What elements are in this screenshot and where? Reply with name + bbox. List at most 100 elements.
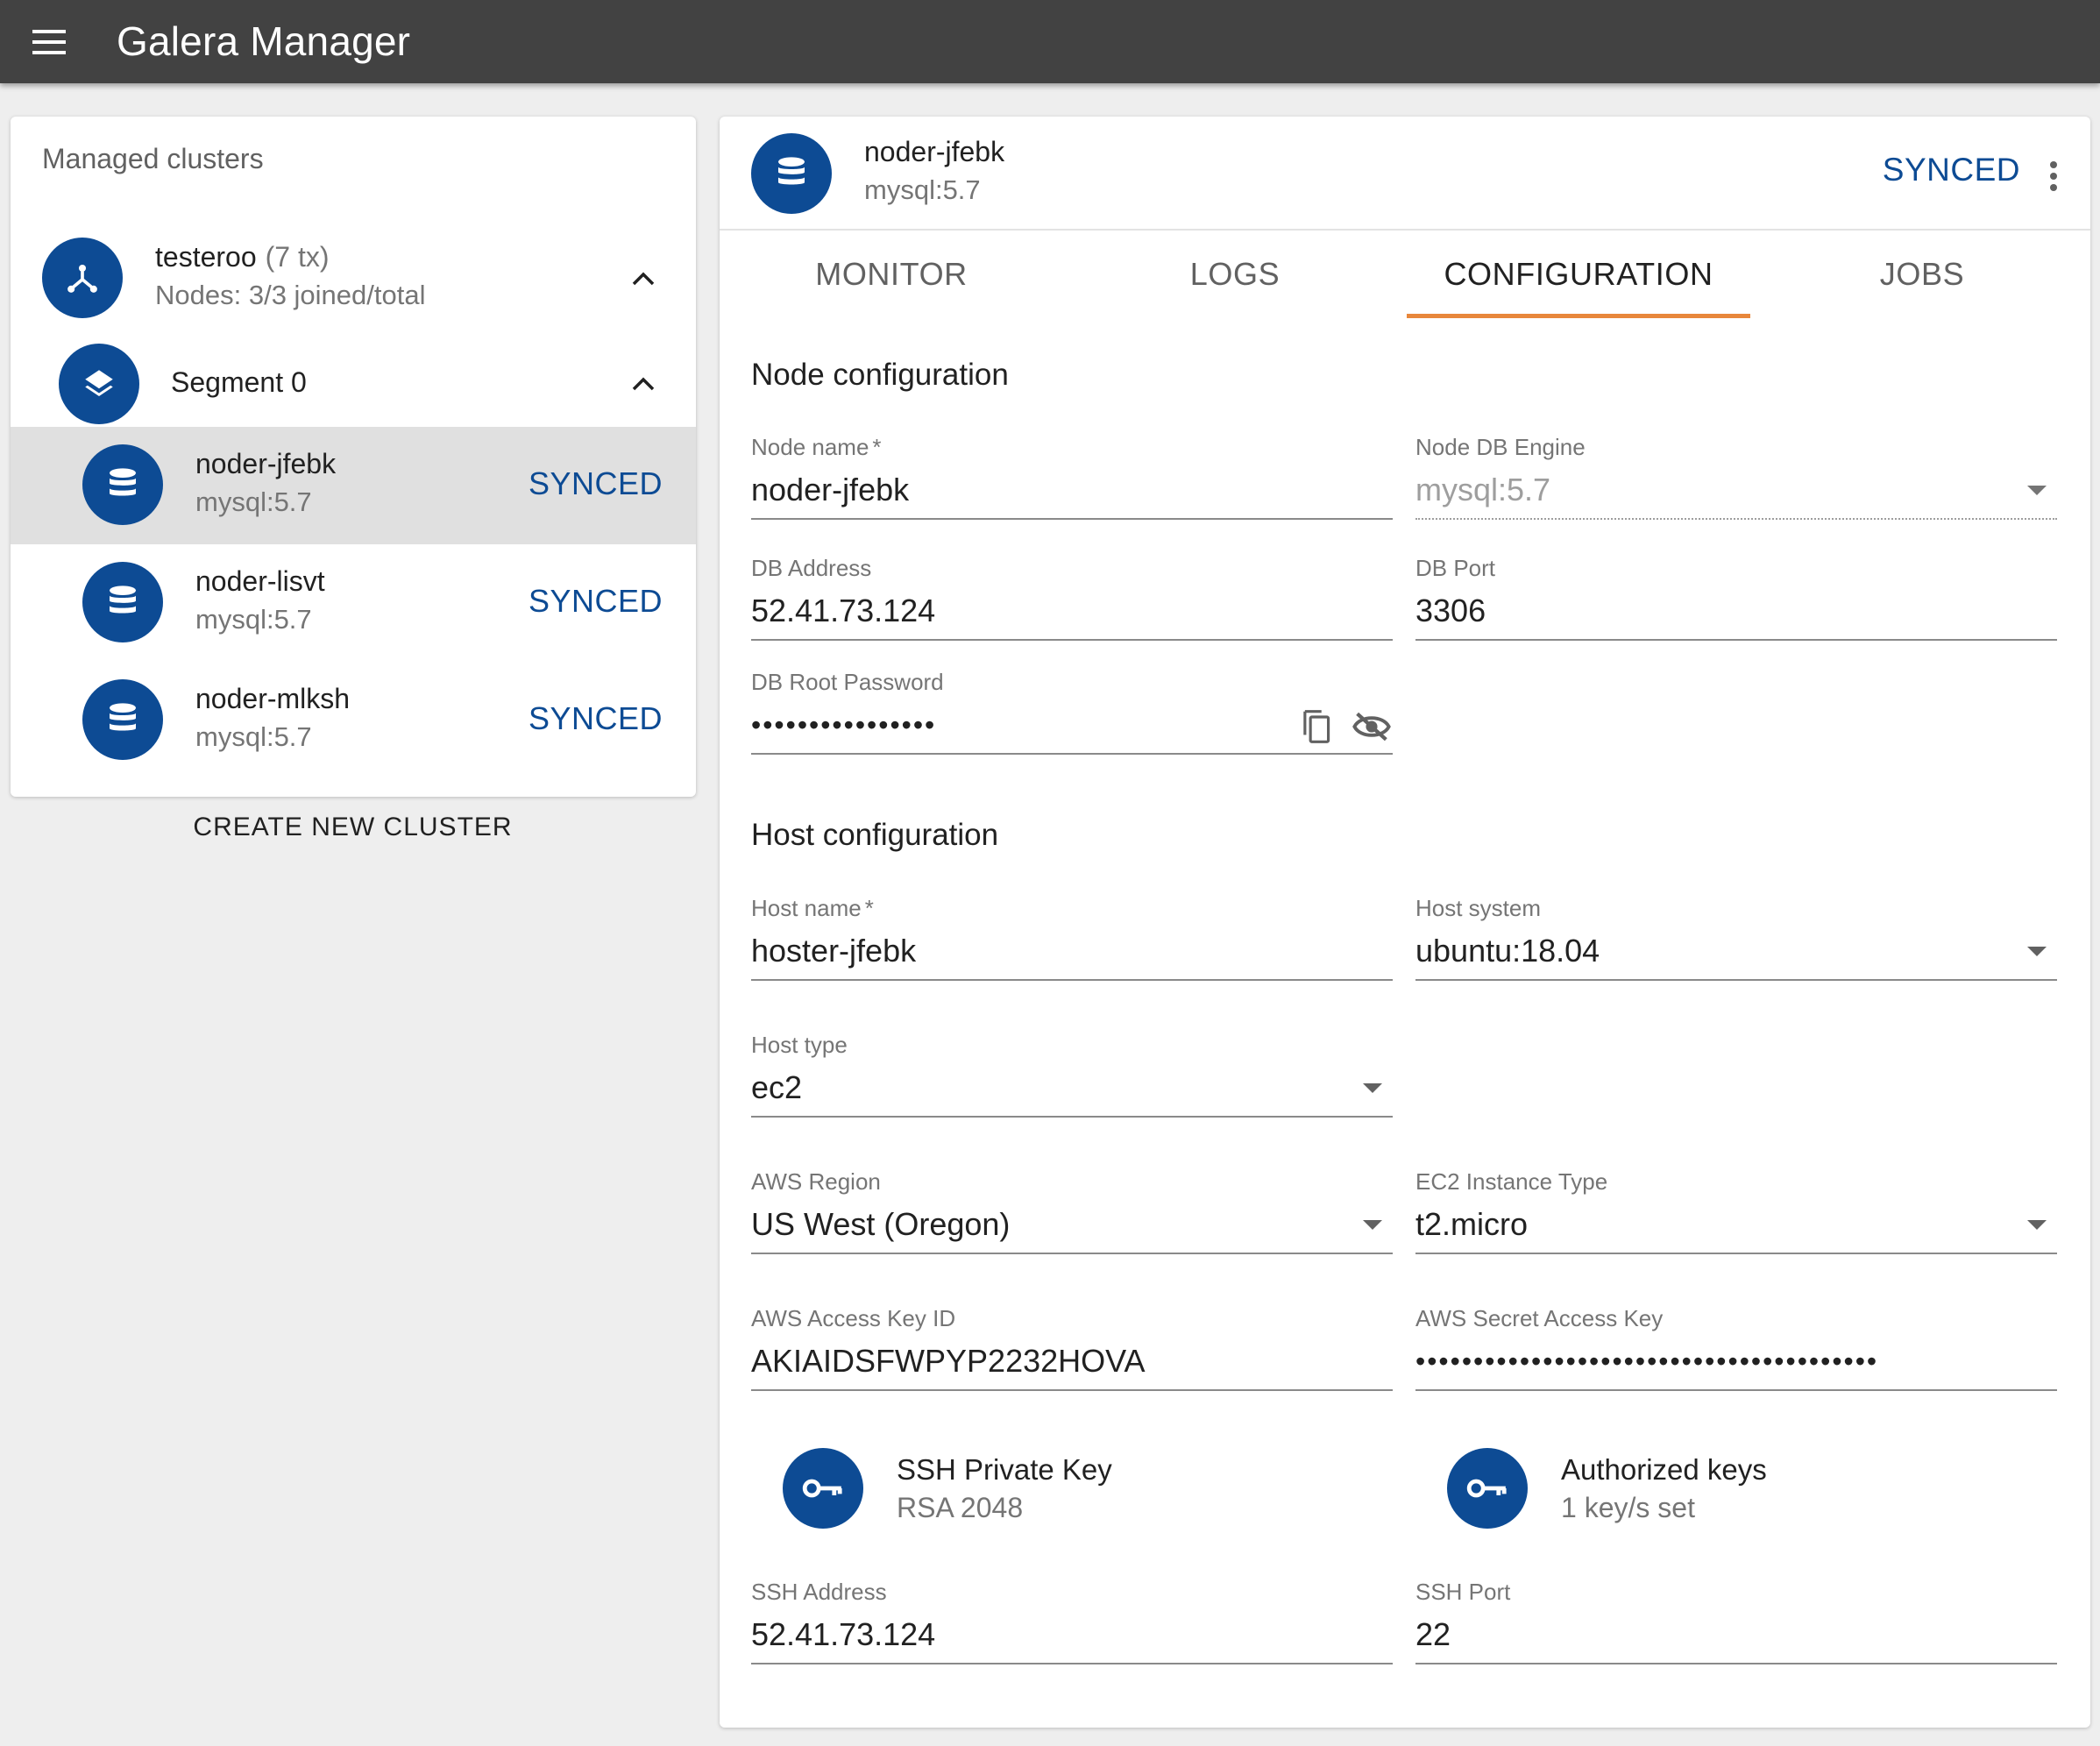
- tab-configuration[interactable]: CONFIGURATION: [1407, 231, 1750, 318]
- copy-icon: [1303, 710, 1330, 743]
- underline: [751, 1663, 1393, 1664]
- underline: [1415, 979, 2057, 981]
- aws-access-key-id-input[interactable]: AKIAIDSFWPYP2232HOVA: [751, 1337, 1393, 1386]
- dropdown-button[interactable]: [1359, 1212, 1386, 1239]
- underline: [1415, 1663, 2057, 1664]
- arrow-drop-down-icon: [2027, 486, 2047, 495]
- key-avatar: [1447, 1448, 1528, 1529]
- node-name-label: Node name *: [751, 434, 882, 461]
- underline: [751, 753, 1393, 755]
- db-port-label: DB Port: [1415, 555, 1496, 581]
- database-icon: [110, 703, 136, 731]
- arrow-drop-down-icon: [1363, 1083, 1382, 1093]
- key-icon: [802, 1479, 842, 1498]
- tab-jobs[interactable]: JOBS: [1750, 231, 2090, 318]
- host-type-select[interactable]: ec2: [751, 1063, 1393, 1112]
- db-port-input[interactable]: 3306: [1415, 586, 2057, 635]
- arrow-drop-down-icon: [2027, 947, 2047, 956]
- database-icon: [110, 468, 136, 496]
- node-engine: mysql:5.7: [195, 486, 312, 517]
- aws-secret-access-key-input[interactable]: ••••••••••••••••••••••••••••••••••••••••: [1415, 1337, 2057, 1386]
- db-address-input[interactable]: 52.41.73.124: [751, 586, 1393, 635]
- node-name: noder-mlksh: [195, 683, 351, 714]
- toggle-password-visibility-button[interactable]: [1351, 704, 1393, 749]
- node-engine: mysql:5.7: [195, 721, 312, 752]
- arrow-drop-down-icon: [2027, 1220, 2047, 1230]
- tab-logs[interactable]: LOGS: [1063, 231, 1407, 318]
- tab-monitor[interactable]: MONITOR: [720, 231, 1063, 318]
- aws-region-select[interactable]: US West (Oregon): [751, 1200, 1393, 1249]
- dropdown-button: [2024, 478, 2050, 504]
- dropdown-button[interactable]: [2024, 1212, 2050, 1239]
- ssh-private-key-title: SSH Private Key: [897, 1453, 1112, 1486]
- ssh-port-input[interactable]: 22: [1415, 1610, 2057, 1659]
- ssh-private-key-item[interactable]: SSH Private Key RSA 2048: [783, 1448, 1309, 1536]
- underline: [1415, 1253, 2057, 1254]
- node-avatar: [82, 679, 163, 760]
- node-avatar: [751, 133, 832, 214]
- cluster-name-text: testeroo: [155, 241, 257, 273]
- node-status: SYNCED: [528, 700, 663, 736]
- segment-name: Segment 0: [171, 366, 307, 398]
- menu-button[interactable]: [25, 18, 74, 67]
- node-db-engine-label: Node DB Engine: [1415, 434, 1586, 460]
- hub-icon: [67, 264, 97, 293]
- app-bar: Galera Manager: [0, 0, 2100, 83]
- chevron-up-icon: [632, 272, 655, 286]
- app-title: Galera Manager: [117, 18, 411, 64]
- detail-node-engine: mysql:5.7: [864, 174, 981, 205]
- arrow-drop-down-icon: [1363, 1220, 1382, 1230]
- chevron-up-icon: [632, 377, 655, 391]
- node-item-noder-mlksh[interactable]: noder-mlksh mysql:5.7 SYNCED: [11, 662, 696, 779]
- ssh-address-label: SSH Address: [751, 1579, 887, 1605]
- ssh-address-input[interactable]: 52.41.73.124: [751, 1610, 1393, 1659]
- cluster-item-testeroo[interactable]: testeroo (7 tx) Nodes: 3/3 joined/total: [11, 220, 696, 337]
- node-name-input[interactable]: noder-jfebk: [751, 465, 1393, 515]
- underline: [1415, 639, 2057, 641]
- underline: [751, 639, 1393, 641]
- aws-secret-access-key-label: AWS Secret Access Key: [1415, 1305, 1664, 1331]
- detail-status-badge: SYNCED: [1882, 152, 2020, 188]
- node-item-noder-lisvt[interactable]: noder-lisvt mysql:5.7 SYNCED: [11, 544, 696, 662]
- ssh-private-key-subtitle: RSA 2048: [897, 1492, 1024, 1523]
- authorized-keys-subtitle: 1 key/s set: [1561, 1492, 1695, 1523]
- underline: [751, 979, 1393, 981]
- node-detail-panel: noder-jfebk mysql:5.7 SYNCED MONITOR LOG…: [720, 117, 2090, 1728]
- node-db-engine-select: mysql:5.7: [1415, 472, 1551, 507]
- host-name-label: Host name *: [751, 895, 874, 922]
- db-root-password-label: DB Root Password: [751, 669, 944, 695]
- segment-collapse-button[interactable]: [624, 365, 663, 403]
- host-type-label: Host type: [751, 1032, 848, 1058]
- key-icon: [1466, 1479, 1507, 1498]
- cluster-collapse-button[interactable]: [624, 259, 663, 298]
- node-status: SYNCED: [528, 583, 663, 619]
- password-actions: [1296, 704, 1393, 749]
- dropdown-button[interactable]: [2024, 939, 2050, 965]
- managed-clusters-panel: Managed clusters testeroo (7 tx) Nodes: 3…: [11, 117, 696, 797]
- cluster-name: testeroo (7 tx): [155, 241, 330, 273]
- host-system-select[interactable]: ubuntu:18.04: [1415, 926, 2057, 976]
- detail-tabs: MONITOR LOGS CONFIGURATION JOBS: [720, 231, 2090, 318]
- required-marker: *: [864, 895, 874, 921]
- required-marker: *: [872, 434, 882, 460]
- authorized-keys-item[interactable]: Authorized keys 1 key/s set: [1447, 1448, 1973, 1536]
- underline: [751, 1253, 1393, 1254]
- node-name: noder-jfebk: [195, 448, 337, 479]
- node-avatar: [82, 562, 163, 642]
- host-name-input[interactable]: hoster-jfebk: [751, 926, 1393, 976]
- menu-icon: [32, 30, 66, 54]
- ec2-instance-type-select[interactable]: t2.micro: [1415, 1200, 2057, 1249]
- database-icon: [778, 157, 805, 185]
- aws-region-label: AWS Region: [751, 1168, 881, 1195]
- visibility-off-icon: [1352, 712, 1391, 742]
- more-options-button[interactable]: [2036, 152, 2071, 201]
- node-item-noder-jfebk[interactable]: noder-jfebk mysql:5.7 SYNCED: [11, 427, 696, 544]
- create-new-cluster-button[interactable]: CREATE NEW CLUSTER: [175, 803, 530, 852]
- segment-item-0[interactable]: Segment 0: [11, 336, 696, 432]
- db-address-label: DB Address: [751, 555, 872, 581]
- database-icon: [110, 586, 136, 614]
- ssh-port-label: SSH Port: [1415, 1579, 1511, 1605]
- dropdown-button[interactable]: [1359, 1075, 1386, 1102]
- key-avatar: [783, 1448, 863, 1529]
- copy-password-button[interactable]: [1296, 704, 1338, 749]
